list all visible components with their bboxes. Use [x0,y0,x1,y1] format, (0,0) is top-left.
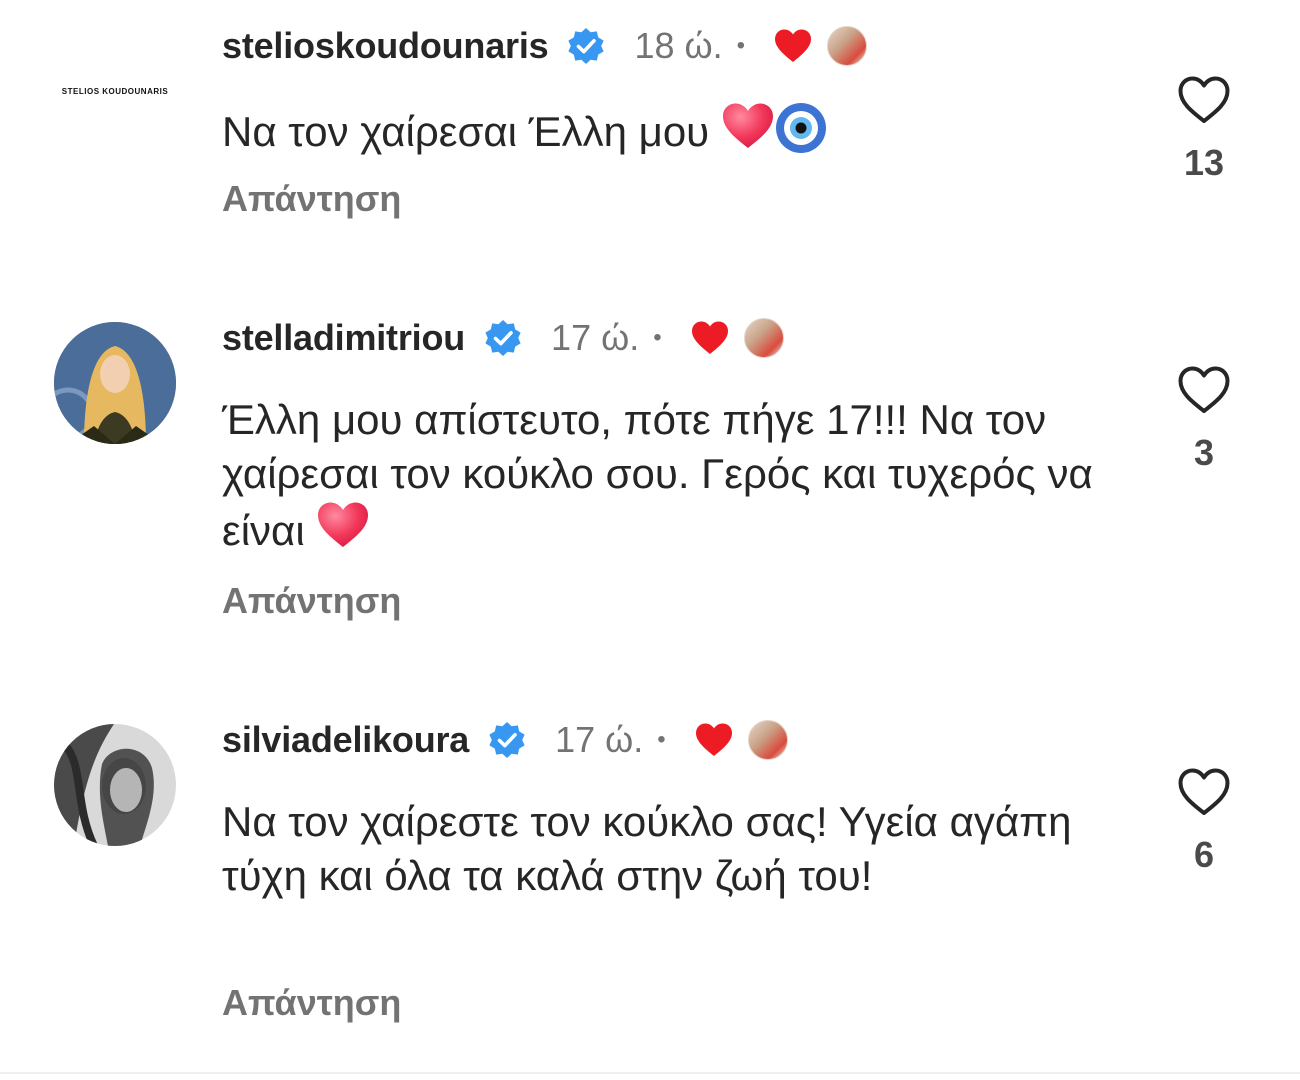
heart-outline-icon[interactable] [1176,766,1232,818]
creator-avatar [747,720,788,760]
avatar[interactable]: STELIOS KOUDOUNARIS [54,30,176,152]
heart-emoji-icon [722,103,773,148]
like-column: 6 [1158,766,1250,876]
comment-text: Να τον χαίρεσαι Έλλη μου [222,108,710,155]
comment-time: 17 ώ. [551,317,640,358]
avatar-logo-text: STELIOS KOUDOUNARIS [61,86,169,96]
comment-meta: stelladimitriou 17 ώ. • [222,310,784,366]
like-column: 3 [1158,364,1250,474]
heart-emoji-icon [318,502,369,547]
comment-text-wrap: Έλλη μου απίστευτο, πότε πήγε 17!!! Να τ… [222,393,1102,558]
like-count: 13 [1183,142,1225,183]
comment-text-wrap: Να τον χαίρεσαι Έλλη μου [222,102,1102,159]
avatar-portrait [54,724,176,846]
avatar[interactable] [54,724,176,846]
creator-liked-heart-icon [695,723,732,756]
username[interactable]: stelladimitriou [222,317,465,359]
creator-liked-heart-icon [775,29,812,62]
comment-meta: stelioskoudounaris 18 ώ. • [222,18,868,74]
comment-time: 17 ώ. [555,719,644,760]
reply-button[interactable]: Απάντηση [222,982,401,1024]
username[interactable]: stelioskoudounaris [222,25,549,67]
separator-dot: • [653,324,662,351]
avatar[interactable] [54,322,176,444]
verified-badge-icon [489,722,525,758]
username[interactable]: silviadelikoura [222,719,469,761]
verified-badge-icon [568,28,605,64]
avatar-portrait [54,322,176,444]
creator-liked-heart-icon [691,321,728,354]
reply-button[interactable]: Απάντηση [222,580,401,622]
verified-badge-icon [485,320,521,356]
separator-dot: • [736,32,746,59]
heart-outline-icon[interactable] [1176,74,1232,126]
evil-eye-emoji-icon [775,103,826,153]
separator-dot: • [657,726,666,753]
comment-time: 18 ώ. [634,25,723,66]
like-column: 13 [1158,74,1250,184]
reply-button[interactable]: Απάντηση [222,178,401,220]
like-count: 6 [1193,834,1215,875]
comment-text: Να τον χαίρεστε τον κούκλο σας! Υγεία αγ… [222,798,1072,899]
divider [0,1072,1300,1074]
creator-avatar [743,318,784,358]
comment-meta: silviadelikoura 17 ώ. • [222,712,788,768]
like-count: 3 [1193,432,1215,473]
heart-outline-icon[interactable] [1176,364,1232,416]
creator-avatar [827,26,868,66]
